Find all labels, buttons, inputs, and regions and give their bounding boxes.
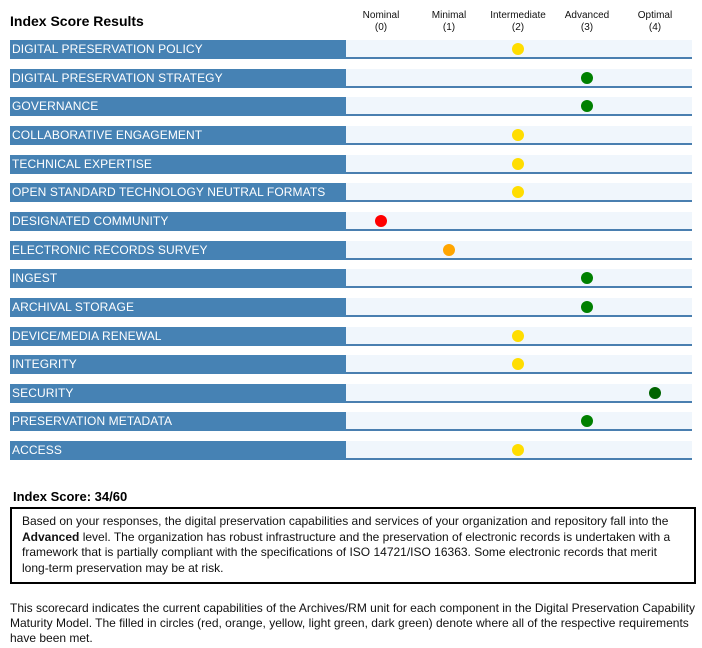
summary-text-after: level. The organization has robust infra…: [22, 529, 671, 575]
score-track: [346, 240, 692, 260]
score-dot-intermediate: [512, 186, 524, 199]
score-dot-advanced: [581, 415, 593, 428]
component-label: SECURITY: [10, 383, 346, 403]
component-label: GOVERNANCE: [10, 97, 346, 117]
level-name: Nominal: [362, 10, 400, 21]
score-dot-advanced: [581, 272, 593, 285]
level-name: Advanced: [564, 10, 610, 21]
summary-box: Based on your responses, the digital pre…: [10, 507, 696, 584]
score-dot-intermediate: [512, 444, 524, 457]
component-label: INGEST: [10, 269, 346, 289]
score-track: [346, 383, 692, 403]
component-label: DEVICE/MEDIA RENEWAL: [10, 326, 346, 346]
component-row: OPEN STANDARD TECHNOLOGY NEUTRAL FORMATS: [10, 183, 692, 203]
score-dot-optimal: [649, 386, 661, 399]
component-row: SECURITY: [10, 383, 692, 403]
component-row: ACCESS: [10, 441, 692, 461]
component-row: GOVERNANCE: [10, 97, 692, 117]
component-row: TECHNICAL EXPERTISE: [10, 154, 692, 174]
score-dot-advanced: [581, 100, 593, 113]
component-label: ACCESS: [10, 441, 346, 461]
component-label: INTEGRITY: [10, 355, 346, 375]
column-header-minimal: Minimal (1): [414, 10, 484, 34]
score-dot-intermediate: [512, 128, 524, 141]
level-value: (1): [442, 22, 456, 33]
score-track: [346, 355, 692, 375]
component-row: ARCHIVAL STORAGE: [10, 297, 692, 317]
score-track: [346, 412, 692, 432]
component-label: DESIGNATED COMMUNITY: [10, 211, 346, 231]
component-label: DIGITAL PRESERVATION STRATEGY: [10, 68, 346, 88]
component-label: ARCHIVAL STORAGE: [10, 297, 346, 317]
score-track: [346, 40, 692, 59]
score-dot-minimal: [443, 243, 455, 256]
level-name: Optimal: [637, 10, 673, 21]
component-row: INGEST: [10, 269, 692, 289]
level-value: (3): [580, 22, 594, 33]
component-label: DIGITAL PRESERVATION POLICY: [10, 40, 346, 59]
component-label: OPEN STANDARD TECHNOLOGY NEUTRAL FORMATS: [10, 183, 346, 203]
score-track: [346, 326, 692, 346]
score-track: [346, 297, 692, 317]
score-dot-intermediate: [512, 358, 524, 371]
column-header-intermediate: Intermediate (2): [483, 10, 553, 34]
score-track: [346, 211, 692, 231]
component-row: PRESERVATION METADATA: [10, 412, 692, 432]
score-track: [346, 269, 692, 289]
score-dot-intermediate: [512, 329, 524, 342]
level-value: (2): [511, 22, 525, 33]
score-track: [346, 125, 692, 145]
summary-level: Advanced: [22, 529, 80, 544]
score-dot-intermediate: [512, 157, 524, 170]
footer-note: This scorecard indicates the current cap…: [10, 601, 696, 645]
score-track: [346, 441, 692, 461]
component-row: DESIGNATED COMMUNITY: [10, 211, 692, 231]
score-track: [346, 97, 692, 117]
component-row: INTEGRITY: [10, 355, 692, 375]
column-header-nominal: Nominal (0): [346, 10, 416, 34]
score-track: [346, 154, 692, 174]
summary-text-before: Based on your responses, the digital pre…: [22, 514, 669, 528]
component-row: DIGITAL PRESERVATION STRATEGY: [10, 68, 692, 88]
level-value: (0): [374, 22, 388, 33]
component-label: ELECTRONIC RECORDS SURVEY: [10, 240, 346, 260]
score-track: [346, 183, 692, 203]
level-value: (4): [648, 22, 662, 33]
score-dot-nominal: [375, 214, 387, 227]
component-row: DEVICE/MEDIA RENEWAL: [10, 326, 692, 346]
score-dot-advanced: [581, 71, 593, 84]
column-header-optimal: Optimal (4): [620, 10, 690, 34]
component-row: DIGITAL PRESERVATION POLICY: [10, 40, 692, 59]
component-row: COLLABORATIVE ENGAGEMENT: [10, 125, 692, 145]
index-score-label: Index Score: 34/60: [13, 489, 128, 504]
component-label: TECHNICAL EXPERTISE: [10, 154, 346, 174]
component-label: PRESERVATION METADATA: [10, 412, 346, 432]
column-header-advanced: Advanced (3): [552, 10, 622, 34]
level-name: Minimal: [431, 10, 467, 21]
component-label: COLLABORATIVE ENGAGEMENT: [10, 125, 346, 145]
level-name: Intermediate: [490, 10, 546, 21]
score-track: [346, 68, 692, 88]
page-title: Index Score Results: [10, 13, 144, 29]
component-row: ELECTRONIC RECORDS SURVEY: [10, 240, 692, 260]
score-dot-intermediate: [512, 43, 524, 55]
score-dot-advanced: [581, 300, 593, 313]
